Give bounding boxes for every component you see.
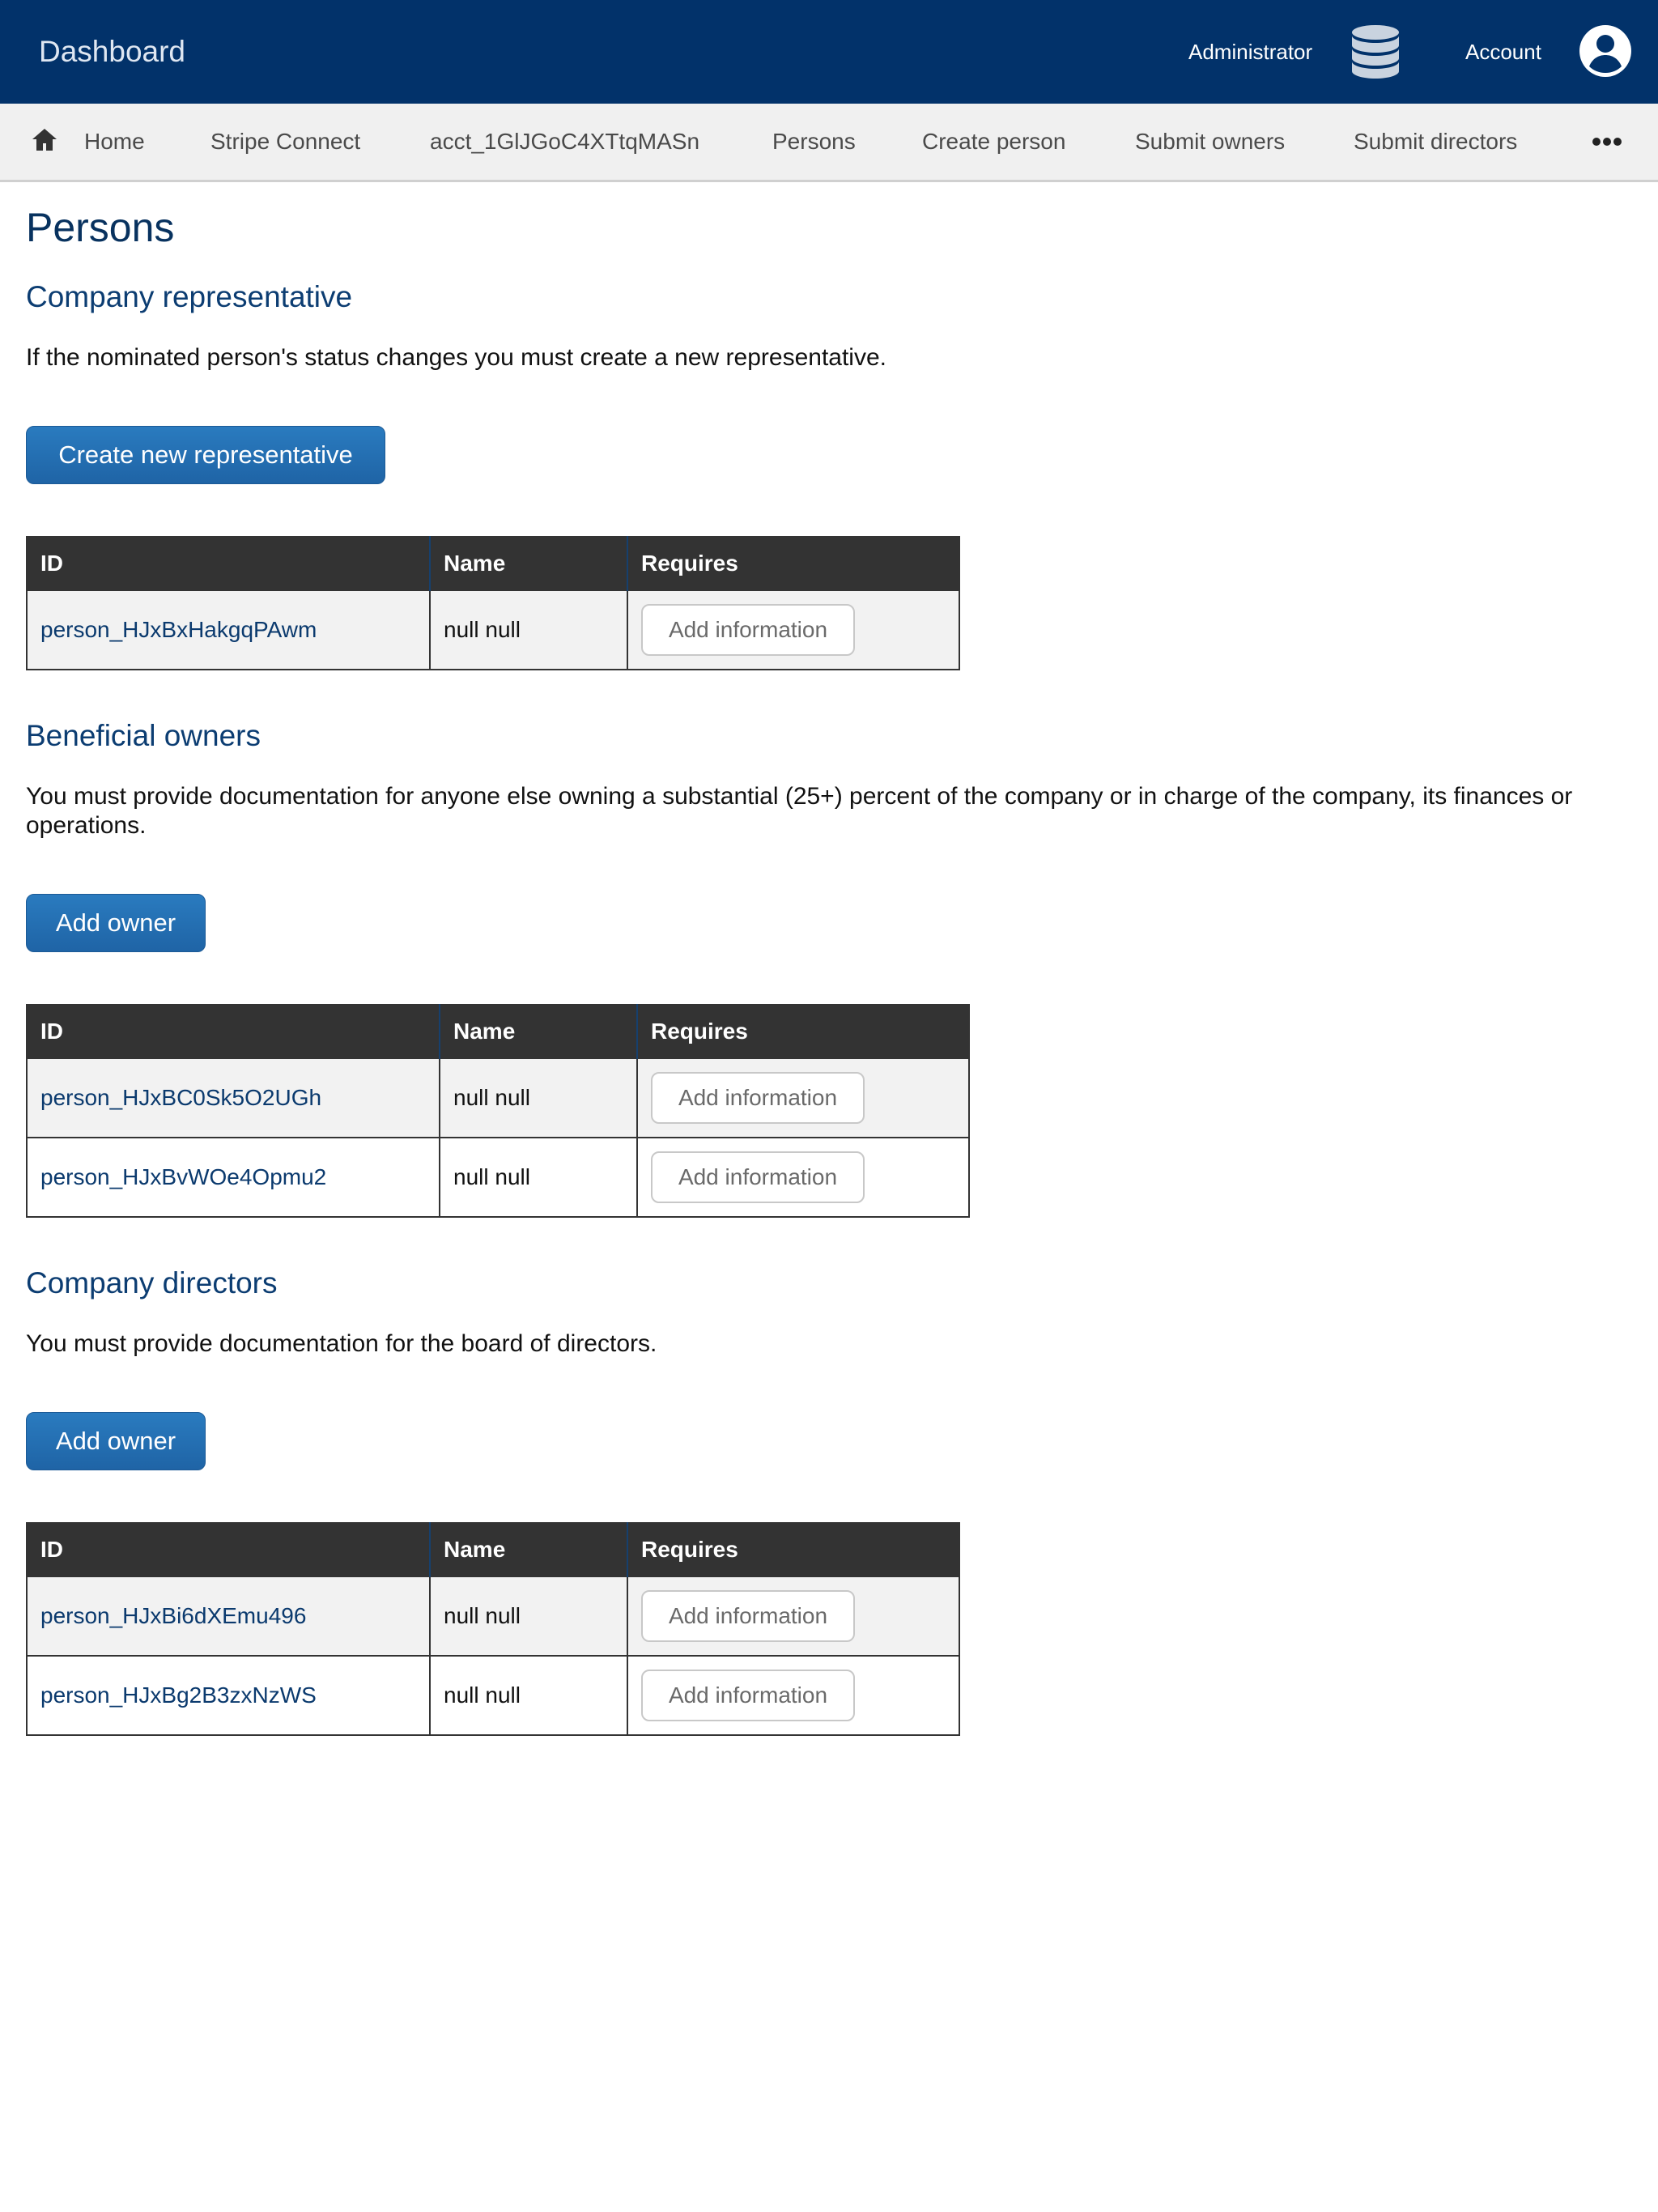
- directors-heading: Company directors: [26, 1266, 278, 1300]
- table-row: person_HJxBg2B3zxNzWS null null Add info…: [27, 1655, 959, 1735]
- column-header-id: ID: [27, 1523, 430, 1576]
- breadcrumb: Home Stripe Connect acct_1GlJGoC4XTtqMAS…: [0, 104, 1658, 182]
- person-name: null null: [429, 1576, 627, 1656]
- person-id-link[interactable]: person_HJxBC0Sk5O2UGh: [27, 1057, 440, 1138]
- column-header-id: ID: [27, 537, 430, 590]
- column-header-requires: Requires: [627, 537, 959, 590]
- owners-heading: Beneficial owners: [26, 719, 261, 752]
- create-representative-button[interactable]: Create new representative: [26, 426, 385, 484]
- add-information-button[interactable]: Add information: [641, 1670, 855, 1721]
- table-row: person_HJxBi6dXEmu496 null null Add info…: [27, 1576, 959, 1656]
- person-name: null null: [439, 1057, 637, 1138]
- person-id-link[interactable]: person_HJxBxHakgqPAwm: [27, 589, 430, 670]
- breadcrumb-account[interactable]: acct_1GlJGoC4XTtqMASn: [430, 104, 699, 180]
- person-name: null null: [429, 589, 627, 670]
- home-icon[interactable]: [31, 126, 58, 154]
- column-header-name: Name: [429, 1523, 627, 1576]
- more-horizontal-icon[interactable]: [1592, 134, 1622, 149]
- add-information-button[interactable]: Add information: [641, 1590, 855, 1642]
- column-header-id: ID: [27, 1005, 440, 1058]
- breadcrumb-submit-directors[interactable]: Submit directors: [1354, 104, 1517, 180]
- column-header-requires: Requires: [636, 1005, 969, 1058]
- person-id-link[interactable]: person_HJxBvWOe4Opmu2: [27, 1137, 440, 1217]
- column-header-name: Name: [439, 1005, 637, 1058]
- add-information-button[interactable]: Add information: [651, 1151, 865, 1203]
- table-row: person_HJxBxHakgqPAwm null null Add info…: [27, 589, 959, 670]
- owners-description: You must provide documentation for anyon…: [26, 783, 1573, 839]
- table-row: person_HJxBvWOe4Opmu2 null null Add info…: [27, 1137, 969, 1217]
- account-link[interactable]: Account: [1465, 0, 1541, 104]
- add-director-button[interactable]: Add owner: [26, 1412, 206, 1470]
- person-name: null null: [429, 1655, 627, 1735]
- account-circle-icon[interactable]: [1579, 24, 1632, 78]
- dashboard-brand-link[interactable]: Dashboard: [39, 0, 185, 104]
- column-header-name: Name: [429, 537, 627, 590]
- person-id-link[interactable]: person_HJxBi6dXEmu496: [27, 1576, 430, 1656]
- representative-heading: Company representative: [26, 280, 353, 313]
- directors-table: ID Name Requires person_HJxBi6dXEmu496 n…: [26, 1522, 960, 1736]
- database-icon[interactable]: [1350, 24, 1401, 79]
- representative-table: ID Name Requires person_HJxBxHakgqPAwm n…: [26, 536, 960, 670]
- breadcrumb-persons[interactable]: Persons: [772, 104, 856, 180]
- breadcrumb-submit-owners[interactable]: Submit owners: [1135, 104, 1285, 180]
- add-information-button[interactable]: Add information: [651, 1072, 865, 1124]
- add-information-button[interactable]: Add information: [641, 604, 855, 656]
- person-name: null null: [439, 1137, 637, 1217]
- breadcrumb-stripe-connect[interactable]: Stripe Connect: [210, 104, 360, 180]
- breadcrumb-home[interactable]: Home: [84, 104, 145, 180]
- add-owner-button[interactable]: Add owner: [26, 894, 206, 952]
- top-header: Dashboard Administrator Account: [0, 0, 1658, 104]
- representative-description: If the nominated person's status changes…: [26, 344, 886, 371]
- table-row: person_HJxBC0Sk5O2UGh null null Add info…: [27, 1057, 969, 1138]
- page-title: Persons: [26, 205, 175, 250]
- column-header-requires: Requires: [627, 1523, 959, 1576]
- owners-table: ID Name Requires person_HJxBC0Sk5O2UGh n…: [26, 1004, 970, 1218]
- directors-description: You must provide documentation for the b…: [26, 1330, 657, 1357]
- breadcrumb-create-person[interactable]: Create person: [922, 104, 1065, 180]
- administrator-link[interactable]: Administrator: [1188, 0, 1312, 104]
- person-id-link[interactable]: person_HJxBg2B3zxNzWS: [27, 1655, 430, 1735]
